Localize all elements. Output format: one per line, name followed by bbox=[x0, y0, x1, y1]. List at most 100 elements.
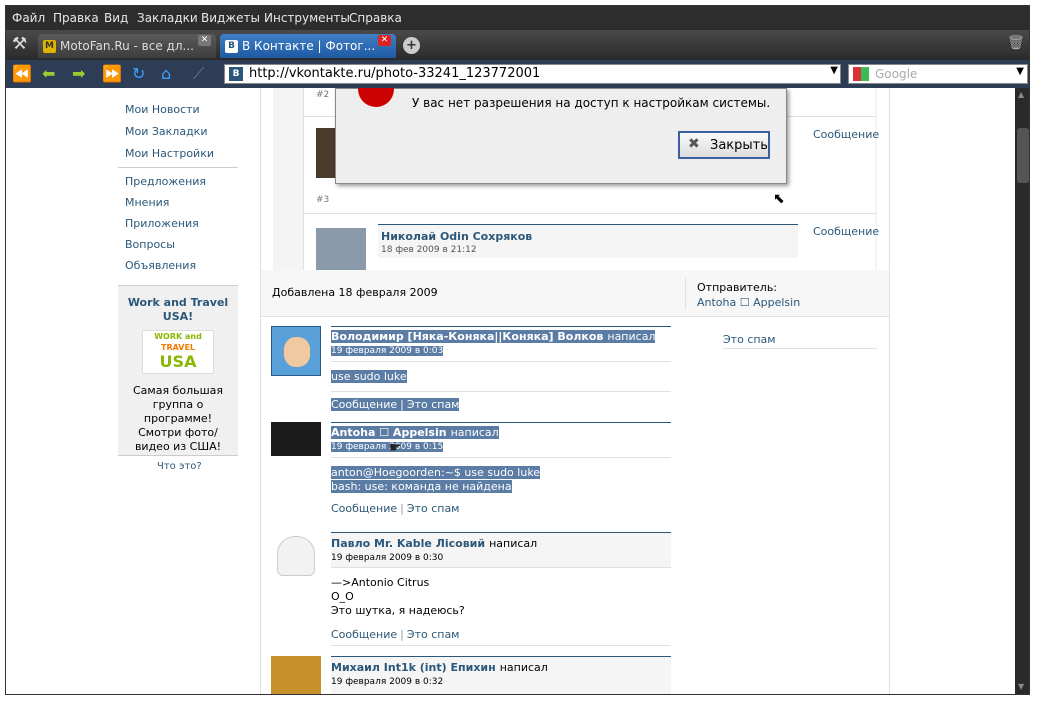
trash-icon[interactable]: 🗑 bbox=[1007, 35, 1025, 51]
comment-wrote: написал bbox=[499, 661, 548, 674]
menu-bookmarks[interactable]: Закладки bbox=[137, 11, 198, 25]
added-date: Добавлена 18 февраля 2009 bbox=[272, 286, 438, 299]
sidebar-item-settings[interactable]: Мои Настройки bbox=[125, 147, 214, 160]
spam-link[interactable]: Это спам bbox=[407, 502, 460, 515]
photo-info-bar: Добавлена 18 февраля 2009 Отправитель: A… bbox=[261, 270, 889, 317]
ad-title[interactable]: Work and Travel USA! bbox=[126, 296, 230, 324]
sender-label: Отправитель: bbox=[697, 281, 778, 294]
menu-view[interactable]: Вид bbox=[104, 11, 128, 25]
comment-line: O_O bbox=[331, 590, 354, 603]
ad-text: Самая большая группа о программе! Смотри… bbox=[132, 384, 224, 453]
what-is-this-link[interactable]: Что это? bbox=[157, 461, 202, 472]
close-tab-icon[interactable]: ✕ bbox=[198, 35, 211, 46]
sidebar-item-ads[interactable]: Объявления bbox=[125, 259, 196, 272]
message-link[interactable]: Сообщение bbox=[813, 225, 879, 238]
sender-link[interactable]: Antoha ☐ Appelsin bbox=[697, 296, 800, 309]
spam-link[interactable]: Это спам bbox=[407, 628, 460, 641]
main-column: #2 Сообщение #3 Николай Odin Сохряков 18… bbox=[260, 88, 890, 694]
commenter-avatar[interactable] bbox=[271, 326, 321, 376]
reload-icon[interactable]: ↻ bbox=[132, 65, 145, 83]
close-tab-icon[interactable]: ✕ bbox=[378, 35, 391, 46]
mark-user-name[interactable]: Николай Odin Сохряков bbox=[381, 230, 532, 243]
comment-text: —>Antonio Citrus O_O Это шутка, я надеюс… bbox=[331, 576, 671, 618]
comment-author-link[interactable]: Михаил Int1k (int) Епихин bbox=[331, 661, 496, 674]
message-link[interactable]: Сообщение bbox=[331, 502, 397, 515]
back-icon[interactable]: ⬅ bbox=[42, 65, 55, 83]
tab-motofan[interactable]: M MotoFan.Ru - все дл... ✕ bbox=[38, 34, 216, 58]
panels-icon[interactable]: ⚒ bbox=[12, 34, 27, 54]
comment-actions: Сообщение | Это спам bbox=[331, 502, 671, 515]
comment-wrote: написал bbox=[489, 537, 538, 550]
report-spam-link[interactable]: Это спам bbox=[723, 333, 776, 346]
comment: Михаил Int1k (int) Епихин написал 19 февр… bbox=[331, 656, 671, 694]
menu-help[interactable]: Справка bbox=[349, 11, 402, 25]
vertical-scrollbar[interactable]: ▲ ▼ bbox=[1015, 88, 1029, 694]
avatar-face bbox=[284, 337, 310, 367]
menu-file[interactable]: Файл bbox=[12, 11, 45, 25]
commenter-avatar[interactable] bbox=[271, 656, 321, 694]
cap-icon bbox=[277, 536, 315, 576]
spam-link[interactable]: Это спам bbox=[406, 398, 460, 411]
action-separator: | bbox=[400, 502, 404, 515]
sidebar-item-offers[interactable]: Предложения bbox=[125, 175, 206, 188]
ad-logo-line3: USA bbox=[159, 352, 197, 371]
close-icon: ✖ bbox=[688, 136, 700, 152]
comment-header: Володимир [Няка-Коняка||Коняка] Волков на… bbox=[331, 326, 671, 362]
search-field[interactable]: Google ▼ bbox=[848, 64, 1028, 84]
new-tab-icon[interactable]: + bbox=[403, 37, 420, 54]
sidebar-item-opinions[interactable]: Мнения bbox=[125, 196, 169, 209]
comment-author-link[interactable]: Володимир [Няка-Коняка||Коняка] Волков bbox=[331, 330, 604, 343]
menu-bar: Файл Правка Вид Закладки Виджеты Инструм… bbox=[6, 6, 1029, 30]
message-link[interactable]: Сообщение bbox=[331, 628, 397, 641]
comment-author-link[interactable]: Antoha ☐ Appelsin bbox=[331, 426, 447, 439]
comment-date: 19 февраля 2009 в 0:03 bbox=[331, 346, 444, 356]
comment-text: use sudo luke bbox=[331, 370, 671, 383]
comment-date: 19 февраля 2009 в 0:30 bbox=[331, 553, 444, 563]
ad-block[interactable]: Work and Travel USA! WORK and TRAVEL USA… bbox=[118, 285, 238, 455]
close-dialog-button[interactable]: ✖ Закрыть bbox=[678, 131, 770, 159]
mouse-pointer-icon: ☛ bbox=[389, 440, 402, 456]
menu-edit[interactable]: Правка bbox=[53, 11, 99, 25]
comment-actions: Сообщение | Это спам bbox=[331, 628, 671, 646]
comment-header: Antoha ☐ Appelsin написал 19 февраля 2009… bbox=[331, 422, 671, 458]
commenter-avatar[interactable] bbox=[271, 422, 321, 456]
fast-forward-icon[interactable]: ⏩ bbox=[102, 65, 122, 83]
scrollbar-thumb[interactable] bbox=[1017, 128, 1029, 183]
mark-divider bbox=[304, 213, 876, 214]
address-field[interactable]: B http://vkontakte.ru/photo-33241_123772… bbox=[224, 64, 841, 84]
tab-label: MotoFan.Ru - все дл... bbox=[60, 39, 194, 53]
scroll-down-icon[interactable]: ▼ bbox=[1018, 682, 1024, 691]
sidebar-item-questions[interactable]: Вопросы bbox=[125, 238, 175, 251]
sidebar-item-bookmarks[interactable]: Мои Закладки bbox=[125, 125, 207, 138]
menu-widgets[interactable]: Виджеты bbox=[201, 11, 260, 25]
scroll-up-icon[interactable]: ▲ bbox=[1018, 90, 1024, 99]
commenter-avatar[interactable] bbox=[271, 532, 321, 582]
wand-icon[interactable]: ⟋ bbox=[193, 65, 204, 83]
address-dropdown-icon[interactable]: ▼ bbox=[830, 65, 838, 76]
search-dropdown-icon[interactable]: ▼ bbox=[1016, 66, 1024, 77]
user-avatar[interactable] bbox=[316, 228, 366, 270]
rewind-icon[interactable]: ⏪ bbox=[12, 65, 32, 83]
mark-number: #2 bbox=[316, 90, 330, 100]
tab-vkontakte[interactable]: B В Контакте | Фотог... ✕ bbox=[220, 34, 396, 58]
close-button-label: Закрыть bbox=[710, 138, 768, 153]
comment-wrote: написал bbox=[603, 330, 656, 343]
mark-number: #3 bbox=[316, 195, 330, 205]
sidebar-divider bbox=[118, 455, 238, 456]
forward-icon[interactable]: ➡ bbox=[72, 65, 85, 83]
comment-text: anton@Hoegoorden:~$ use sudo luke bash: … bbox=[331, 466, 671, 494]
dialog-message: У вас нет разрешения на доступ к настрой… bbox=[412, 96, 771, 110]
comment-author-link[interactable]: Павло Mr. Kable Лісовий bbox=[331, 537, 485, 550]
vk-favicon: B bbox=[225, 40, 238, 53]
home-icon[interactable]: ⌂ bbox=[161, 65, 171, 83]
sidebar-item-apps[interactable]: Приложения bbox=[125, 217, 199, 230]
message-link[interactable]: Сообщение bbox=[331, 398, 398, 411]
sidebar-item-news[interactable]: Мои Новости bbox=[125, 103, 200, 116]
menu-tools[interactable]: Инструменты bbox=[264, 11, 350, 25]
mark-date: 18 фев 2009 в 21:12 bbox=[381, 245, 477, 255]
tab-label: В Контакте | Фотог... bbox=[242, 39, 376, 53]
ad-logo[interactable]: WORK and TRAVEL USA bbox=[142, 330, 214, 374]
message-link[interactable]: Сообщение bbox=[813, 128, 879, 141]
sidebar-divider bbox=[118, 167, 238, 168]
comment-line: bash: use: команда не найдена bbox=[331, 480, 512, 493]
